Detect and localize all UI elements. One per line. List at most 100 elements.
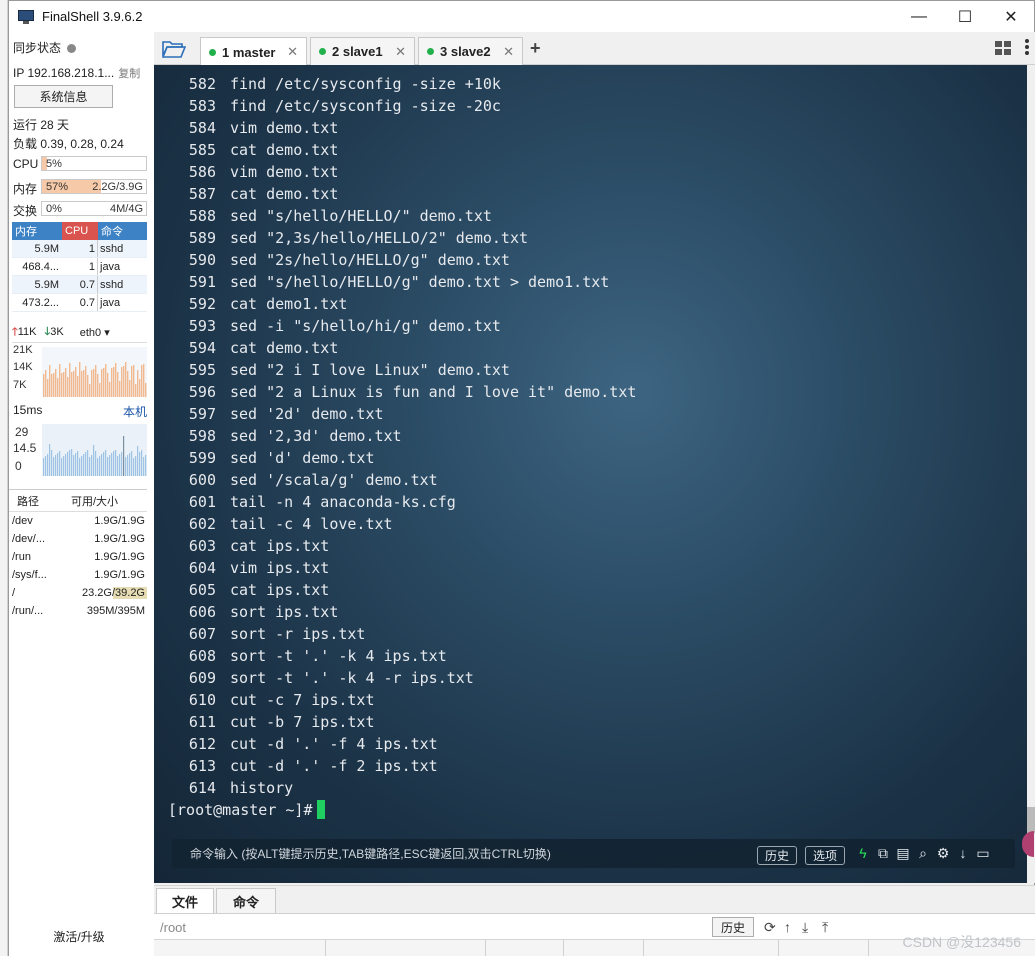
history-line: 587 cat demo.txt [168, 183, 338, 205]
latency-bar [103, 452, 105, 476]
activate-upgrade-link[interactable]: 激活/升级 [9, 928, 149, 945]
ip-address: IP 192.168.218.1... [13, 66, 115, 80]
history-command: cut -c 7 ips.txt [230, 691, 375, 709]
header-command[interactable]: 命令 [98, 222, 147, 240]
up-directory-icon[interactable]: ↑ [784, 919, 791, 935]
latency-bar [63, 456, 65, 476]
history-number: 582 [188, 75, 216, 93]
latency-bar [143, 457, 145, 476]
tab-slave2[interactable]: 3 slave2 ✕ [418, 37, 523, 65]
disk-row[interactable]: /run/... 395M/395M [9, 602, 147, 620]
header-cpu[interactable]: CPU [62, 222, 98, 240]
upload-rate: 11K [17, 326, 37, 338]
latency-host[interactable]: 本机 [123, 403, 147, 420]
tab-close-icon[interactable]: ✕ [395, 44, 406, 60]
download-icon[interactable]: ⤓ [802, 919, 808, 936]
process-row[interactable]: 5.9M 1 sshd [12, 240, 147, 258]
tab-close-icon[interactable]: ✕ [287, 44, 298, 60]
disk-row[interactable]: /sys/f... 1.9G/1.9G [9, 566, 147, 584]
system-info-button[interactable]: 系统信息 [14, 85, 113, 108]
net-bar [113, 367, 115, 397]
history-line: 601 tail -n 4 anaconda-ks.cfg [168, 491, 456, 513]
scrollbar-thumb[interactable] [1027, 807, 1035, 833]
net-bar [87, 375, 89, 397]
process-row[interactable]: 473.2... 0.7 java [12, 294, 147, 312]
connected-dot-icon [319, 48, 326, 55]
latency-bar [127, 455, 129, 476]
history-line: 582 find /etc/sysconfig -size +10k [168, 73, 501, 95]
disk-size: 23.2G/39.2G [71, 587, 147, 599]
net-bar [93, 369, 95, 397]
history-number: 604 [188, 559, 216, 577]
history-line: 603 cat ips.txt [168, 535, 329, 557]
lightning-icon[interactable]: ϟ [855, 845, 871, 861]
network-interface-select[interactable]: eth0 ▾ [80, 326, 110, 339]
terminal-view[interactable]: 582 find /etc/sysconfig -size +10k 583 find… [154, 65, 1027, 883]
history-line: 614 history [168, 777, 293, 799]
net-bar [55, 369, 57, 397]
minimize-button[interactable]: — [896, 1, 942, 32]
history-command: sed '/scala/g' demo.txt [230, 471, 438, 489]
close-button[interactable]: ✕ [988, 1, 1034, 32]
tab-master[interactable]: 1 master ✕ [200, 37, 307, 66]
disk-row[interactable]: /run 1.9G/1.9G [9, 548, 147, 566]
history-number: 591 [188, 273, 216, 291]
terminal-scrollbar[interactable] [1027, 65, 1035, 883]
history-line: 593 sed -i "s/hello/hi/g" demo.txt [168, 315, 501, 337]
latency-bar [117, 456, 119, 476]
command-history-button[interactable]: 历史 [757, 846, 798, 865]
disk-row[interactable]: /dev/... 1.9G/1.9G [9, 530, 147, 548]
process-row[interactable]: 5.9M 0.7 sshd [12, 276, 147, 294]
latency-bar [87, 450, 89, 476]
history-line: 598 sed '2,3d' demo.txt [168, 425, 402, 447]
header-path[interactable]: 路径 [9, 493, 71, 509]
command-options-button[interactable]: 选项 [805, 846, 846, 865]
process-cpu: 1 [62, 240, 98, 257]
disk-path: /dev/... [12, 533, 46, 545]
history-line: 607 sort -r ips.txt [168, 623, 366, 645]
latency-bar [109, 455, 111, 476]
tab-commands[interactable]: 命令 [216, 888, 276, 914]
latency-bar [123, 436, 125, 476]
disk-row[interactable]: / 23.2G/39.2G [9, 584, 147, 602]
paste-icon[interactable]: ▤ [895, 845, 911, 861]
add-tab-button[interactable]: + [530, 38, 541, 59]
refresh-icon[interactable]: ⟳ [764, 919, 776, 936]
arrow-down-icon[interactable]: ↓ [955, 845, 971, 861]
latency-bar [119, 454, 121, 476]
history-number: 606 [188, 603, 216, 621]
history-line: 592 cat demo1.txt [168, 293, 348, 315]
header-size[interactable]: 可用/大小 [71, 493, 147, 509]
copy-icon[interactable]: ⧉ [875, 845, 891, 861]
history-line: 594 cat demo.txt [168, 337, 338, 359]
process-cpu: 1 [62, 258, 98, 275]
net-bar [139, 379, 141, 397]
history-number: 589 [188, 229, 216, 247]
tab-slave1[interactable]: 2 slave1 ✕ [310, 37, 415, 65]
path-input[interactable]: /root [160, 920, 186, 935]
history-line: 589 sed "2,3s/hello/HELLO/2" demo.txt [168, 227, 528, 249]
copy-ip-link[interactable]: 复制 [118, 68, 140, 80]
window-icon[interactable]: ▭ [975, 845, 991, 861]
latency-bar [43, 458, 45, 476]
latency-bar [139, 452, 141, 476]
csdn-watermark: CSDN @没123456 [902, 934, 1022, 950]
tab-files[interactable]: 文件 [156, 888, 214, 914]
search-icon[interactable]: ⌕ [915, 845, 931, 861]
path-history-button[interactable]: 历史 [712, 917, 754, 937]
disk-row[interactable]: /dev 1.9G/1.9G [9, 512, 147, 530]
history-line: 602 tail -c 4 love.txt [168, 513, 393, 535]
gear-icon[interactable]: ⚙ [935, 845, 951, 861]
process-row[interactable]: 468.4... 1 java [12, 258, 147, 276]
folder-open-icon[interactable] [162, 39, 186, 59]
disk-path: /run/... [12, 605, 44, 617]
history-command: cut -d '.' -f 2 ips.txt [230, 757, 438, 775]
layout-grid-icon[interactable] [995, 41, 1011, 55]
tab-close-icon[interactable]: ✕ [503, 44, 514, 60]
history-number: 610 [188, 691, 216, 709]
more-menu-icon[interactable] [1025, 39, 1029, 55]
command-input-bar[interactable]: 命令输入 (按ALT键提示历史,TAB键路径,ESC键返回,双击CTRL切换) … [172, 839, 1015, 868]
upload-icon[interactable]: ⤒ [822, 919, 828, 936]
maximize-button[interactable]: ☐ [942, 1, 988, 32]
header-mem[interactable]: 内存 [12, 222, 62, 240]
